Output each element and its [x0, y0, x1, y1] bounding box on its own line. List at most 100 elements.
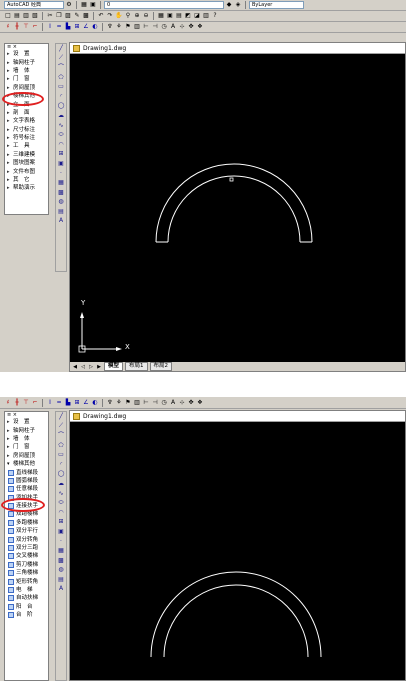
snap-icon[interactable]: ⊹ — [178, 399, 186, 407]
axis-number-icon[interactable]: ⊢ — [142, 399, 150, 407]
angle-icon[interactable]: ∠ — [82, 23, 90, 31]
menu-item[interactable]: ▸ 房间屋顶 — [5, 84, 48, 92]
wall-icon[interactable]: ⊤ — [22, 399, 30, 407]
grid-label-icon[interactable]: ▥ — [133, 399, 141, 407]
ellipse-arc-icon[interactable]: ◠ — [56, 508, 66, 518]
section-icon[interactable]: ♆ — [106, 23, 114, 31]
tab-prev-icon[interactable]: ◁ — [80, 364, 86, 370]
submenu-item[interactable]: 电 梯 — [5, 586, 48, 594]
submenu-item[interactable]: 双分三跑 — [5, 544, 48, 552]
block-editor-icon[interactable]: ▩ — [82, 12, 90, 20]
arc-dim-icon[interactable]: ◐ — [91, 399, 99, 407]
zoom-window-icon[interactable]: ⊕ — [133, 12, 141, 20]
door-icon[interactable]: ⌐ — [31, 23, 39, 31]
menu-item[interactable]: ▸ 设 置 — [5, 50, 48, 58]
menu-item[interactable]: ▸ 三维建模 — [5, 151, 48, 159]
submenu-item[interactable]: 台 阶 — [5, 611, 48, 619]
tool-palettes-icon[interactable]: ▤ — [175, 12, 183, 20]
rectangle-icon[interactable]: ▭ — [56, 82, 66, 92]
hatch-icon[interactable]: ▦ — [56, 178, 66, 188]
insert-block-icon[interactable]: ⊞ — [56, 150, 66, 160]
arc-icon[interactable]: ◜ — [56, 460, 66, 470]
submenu-item[interactable]: 剪刀楼梯 — [5, 561, 48, 569]
menu-item[interactable]: ▸ 门 窗 — [5, 443, 48, 451]
properties-icon[interactable]: ▦ — [157, 12, 165, 20]
spline-icon[interactable]: ∿ — [56, 121, 66, 131]
ellipse-arc-icon[interactable]: ◠ — [56, 140, 66, 150]
text-icon[interactable]: A — [169, 23, 177, 31]
workspace-settings-icon[interactable]: ⚙ — [65, 1, 73, 9]
table-icon[interactable]: ▤ — [56, 207, 66, 217]
inner-arc[interactable] — [167, 175, 301, 243]
column-icon[interactable]: ╫ — [13, 23, 21, 31]
elevation-icon[interactable]: ⚘ — [115, 399, 123, 407]
menu-item[interactable]: ▾ 楼梯其他 — [5, 460, 48, 468]
door-icon[interactable]: ⌐ — [31, 399, 39, 407]
grid-axis-icon[interactable]: ♯ — [4, 23, 12, 31]
grid-axis-icon[interactable]: ♯ — [4, 399, 12, 407]
cloud-icon[interactable]: ☁ — [56, 479, 66, 489]
redo-icon[interactable]: ↷ — [106, 12, 114, 20]
submenu-item[interactable]: 双分平行 — [5, 527, 48, 535]
tab-layout1[interactable]: 布局1 — [125, 362, 148, 371]
text-icon[interactable]: A — [169, 399, 177, 407]
quickcalc-icon[interactable]: ▥ — [202, 12, 210, 20]
ellipse-icon[interactable]: ⬭ — [56, 130, 66, 140]
menu-item[interactable]: ▸ 轴网柱子 — [5, 58, 48, 66]
polyline-icon[interactable]: ⌒ — [56, 63, 66, 73]
polyline-icon[interactable]: ⌒ — [56, 431, 66, 441]
stair-icon[interactable]: ▙ — [64, 23, 72, 31]
submenu-item[interactable]: 阳 台 — [5, 603, 48, 611]
elevation-icon[interactable]: ⚘ — [115, 23, 123, 31]
submenu-item[interactable]: 任意梯段 — [5, 485, 48, 493]
copy-icon[interactable]: ❐ — [55, 12, 63, 20]
label-icon[interactable]: ⚑ — [124, 23, 132, 31]
layer-previous-icon[interactable]: ◈ — [234, 1, 242, 9]
menu-item[interactable]: ▸ 轴网柱子 — [5, 426, 48, 434]
submenu-item[interactable]: 圆弧梯段 — [5, 477, 48, 485]
make-block-icon[interactable]: ▣ — [56, 159, 66, 169]
spline-icon[interactable]: ∿ — [56, 489, 66, 499]
menu-item[interactable]: ▸ 文件布图 — [5, 167, 48, 175]
drawing-window[interactable]: Drawing1.dwg Y X ◀ ◁ ▷ ▶ 模型 布局1 布局2 — [69, 42, 406, 372]
make-current-icon[interactable]: ◆ — [225, 1, 233, 9]
gradient-icon[interactable]: ▩ — [56, 188, 66, 198]
help-icon[interactable]: ? — [211, 12, 219, 20]
menu-item[interactable]: ▸ 墙 体 — [5, 67, 48, 75]
submenu-item[interactable]: 交叉楼梯 — [5, 552, 48, 560]
inner-arc[interactable] — [163, 584, 309, 658]
tab-next-icon[interactable]: ▷ — [88, 364, 94, 370]
column-dim-icon[interactable]: ⊞ — [73, 399, 81, 407]
design-center-icon[interactable]: ▣ — [166, 12, 174, 20]
table-icon[interactable]: ▤ — [56, 575, 66, 585]
tab-layout2[interactable]: 布局2 — [149, 362, 173, 371]
section-icon[interactable]: ♆ — [106, 399, 114, 407]
menu-item[interactable]: ▸ 工 具 — [5, 142, 48, 150]
xline-icon[interactable]: ⟋ — [56, 54, 66, 64]
menu-item[interactable]: ▸ 墙 体 — [5, 435, 48, 443]
dim-chain-icon[interactable]: ⊣ — [151, 399, 159, 407]
gradient-icon[interactable]: ▩ — [56, 556, 66, 566]
angle-icon[interactable]: ∠ — [82, 399, 90, 407]
menu-item[interactable]: ▸ 图块图案 — [5, 159, 48, 167]
drawing-canvas[interactable] — [70, 422, 406, 681]
menu-item[interactable]: ▸ 尺寸标注 — [5, 126, 48, 134]
menu-item[interactable]: ▸ 房间屋顶 — [5, 452, 48, 460]
clock-icon[interactable]: ◷ — [160, 23, 168, 31]
open-icon[interactable]: ▤ — [13, 12, 21, 20]
line-dim-icon[interactable]: ═ — [55, 23, 63, 31]
polygon-icon[interactable]: ⬠ — [56, 73, 66, 83]
copy-tangent-icon[interactable]: ❖ — [196, 399, 204, 407]
submenu-item[interactable]: 矩形转角 — [5, 577, 48, 585]
wall-icon[interactable]: ⊤ — [22, 23, 30, 31]
submenu-item[interactable]: 直线梯段 — [5, 468, 48, 476]
zoom-realtime-icon[interactable]: ⚲ — [124, 12, 132, 20]
clock-icon[interactable]: ◷ — [160, 399, 168, 407]
line-icon[interactable]: ╱ — [56, 44, 66, 54]
menu-item[interactable]: ▸ 符号标注 — [5, 134, 48, 142]
point-icon[interactable]: · — [56, 169, 66, 179]
drawing-window[interactable]: Drawing1.dwg — [69, 410, 406, 681]
copy-tangent-icon[interactable]: ❖ — [196, 23, 204, 31]
menu-item[interactable]: ▸ 其 它 — [5, 176, 48, 184]
submenu-item[interactable]: 双分转角 — [5, 535, 48, 543]
